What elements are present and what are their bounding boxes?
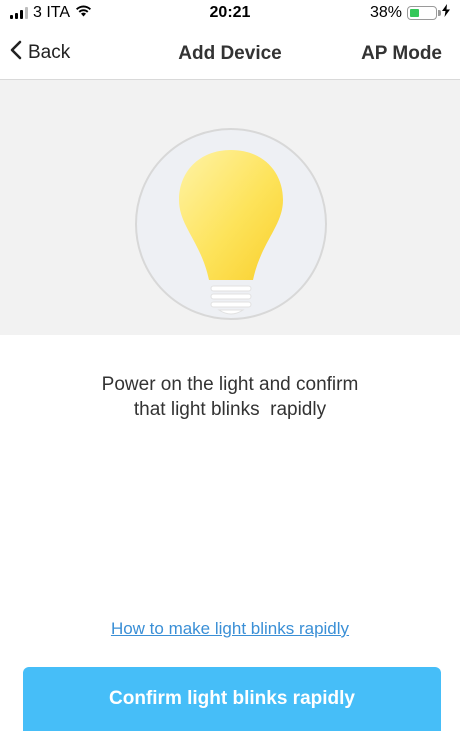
confirm-button[interactable]: Confirm light blinks rapidly [23, 667, 441, 731]
battery-level [410, 9, 419, 17]
help-link[interactable]: How to make light blinks rapidly [0, 619, 460, 639]
navigation-bar: Back Add Device AP Mode [0, 30, 460, 80]
battery-icon [407, 6, 441, 20]
illustration-area [0, 80, 460, 335]
light-bulb-icon [179, 150, 283, 315]
battery-percent: 38% [369, 4, 402, 21]
add-device-screen: 3 ITA 20:21 38% Back Add Device AP Mode … [0, 0, 460, 731]
bulb-circle [135, 128, 327, 320]
instruction-line-1: Power on the light and confirm [101, 374, 359, 395]
status-bar: 3 ITA 20:21 38% [0, 0, 460, 30]
ap-mode-button[interactable]: AP Mode [361, 43, 442, 65]
bolt-icon [442, 4, 450, 22]
status-right: 38% [370, 4, 450, 22]
instruction-text: Power on the light and confirm that ligh… [30, 372, 430, 422]
instruction-line-2: that light blinks rapidly [133, 399, 327, 420]
